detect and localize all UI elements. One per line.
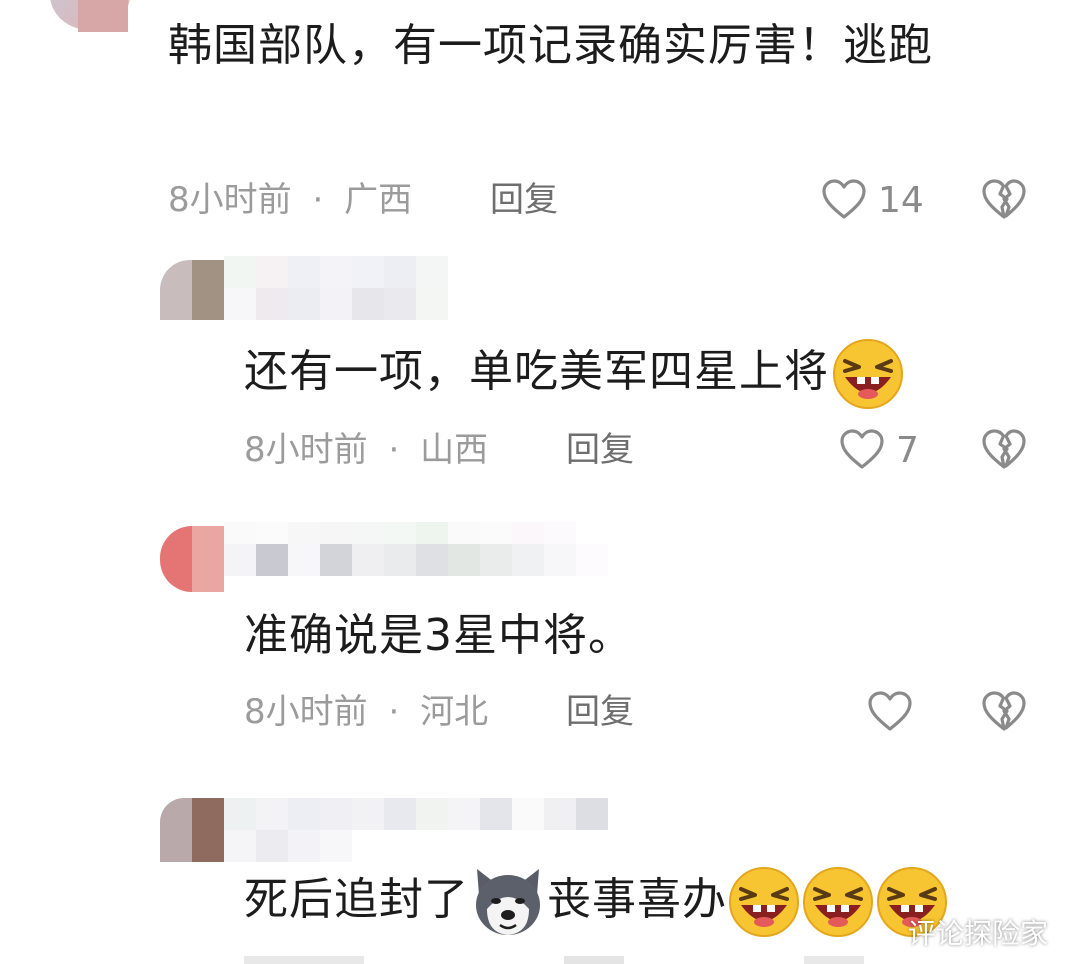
- separator: ·: [388, 430, 400, 470]
- username-blurred[interactable]: [224, 256, 448, 288]
- comment-body: 还有一项，单吃美军四星上将: [244, 346, 829, 397]
- avatar[interactable]: [160, 526, 224, 592]
- comment-text: 还有一项，单吃美军四星上将: [244, 334, 1044, 411]
- comment-body-part1: 死后追封了: [244, 874, 469, 925]
- comment-body: 韩国部队，有一项记录确实厉害！逃跑: [168, 20, 933, 71]
- next-meta-row-cutoff: [244, 956, 1024, 964]
- comment-text: 准确说是3星中将。: [244, 598, 1044, 674]
- username-blurred-row2: [224, 830, 352, 862]
- username-blurred[interactable]: [78, 0, 128, 32]
- broken-heart-icon: [982, 691, 1026, 731]
- username-blurred-row2: [224, 544, 608, 576]
- comment-text: 韩国部队，有一项记录确实厉害！逃跑: [168, 8, 1028, 84]
- heart-icon: [822, 179, 866, 219]
- like-button[interactable]: [820, 176, 868, 224]
- laughing-tears-emoji: [727, 865, 801, 939]
- like-button[interactable]: [866, 688, 914, 736]
- comment-body: 准确说是3星中将。: [244, 610, 633, 661]
- reply-button[interactable]: 回复: [566, 692, 634, 732]
- location-label: 广西: [344, 180, 413, 220]
- separator: ·: [312, 180, 324, 220]
- time-label: 8小时前: [244, 430, 368, 470]
- broken-heart-icon: [982, 429, 1026, 469]
- broken-heart-icon: [982, 179, 1026, 219]
- laughing-tears-emoji: [831, 337, 905, 411]
- laughing-tears-emoji: [801, 865, 875, 939]
- comment-time: 8小时前 · 山西: [244, 430, 488, 470]
- comment-time: 8小时前 · 广西: [168, 180, 412, 220]
- avatar[interactable]: [160, 260, 224, 320]
- time-label: 8小时前: [168, 180, 292, 220]
- like-count: 14: [878, 180, 924, 221]
- like-button[interactable]: [838, 426, 886, 474]
- avatar[interactable]: [160, 798, 224, 862]
- time-label: 8小时前: [244, 692, 368, 732]
- reply-button[interactable]: 回复: [566, 430, 634, 470]
- location-label: 山西: [420, 430, 489, 470]
- comment-time: 8小时前 · 河北: [244, 692, 488, 732]
- watermark: 评论探险家: [908, 917, 1049, 950]
- comment-body-part2: 丧事喜办: [547, 874, 727, 925]
- username-blurred[interactable]: [224, 798, 608, 830]
- reply-button[interactable]: 回复: [490, 180, 558, 220]
- username-blurred-row2: [224, 288, 448, 320]
- separator: ·: [388, 692, 400, 732]
- location-label: 河北: [420, 692, 489, 732]
- heart-icon: [840, 429, 884, 469]
- heart-icon: [868, 691, 912, 731]
- like-count: 7: [896, 430, 919, 471]
- dislike-button[interactable]: [980, 688, 1028, 736]
- dislike-button[interactable]: [980, 426, 1028, 474]
- husky-doge-emoji: [469, 865, 547, 939]
- dislike-button[interactable]: [980, 176, 1028, 224]
